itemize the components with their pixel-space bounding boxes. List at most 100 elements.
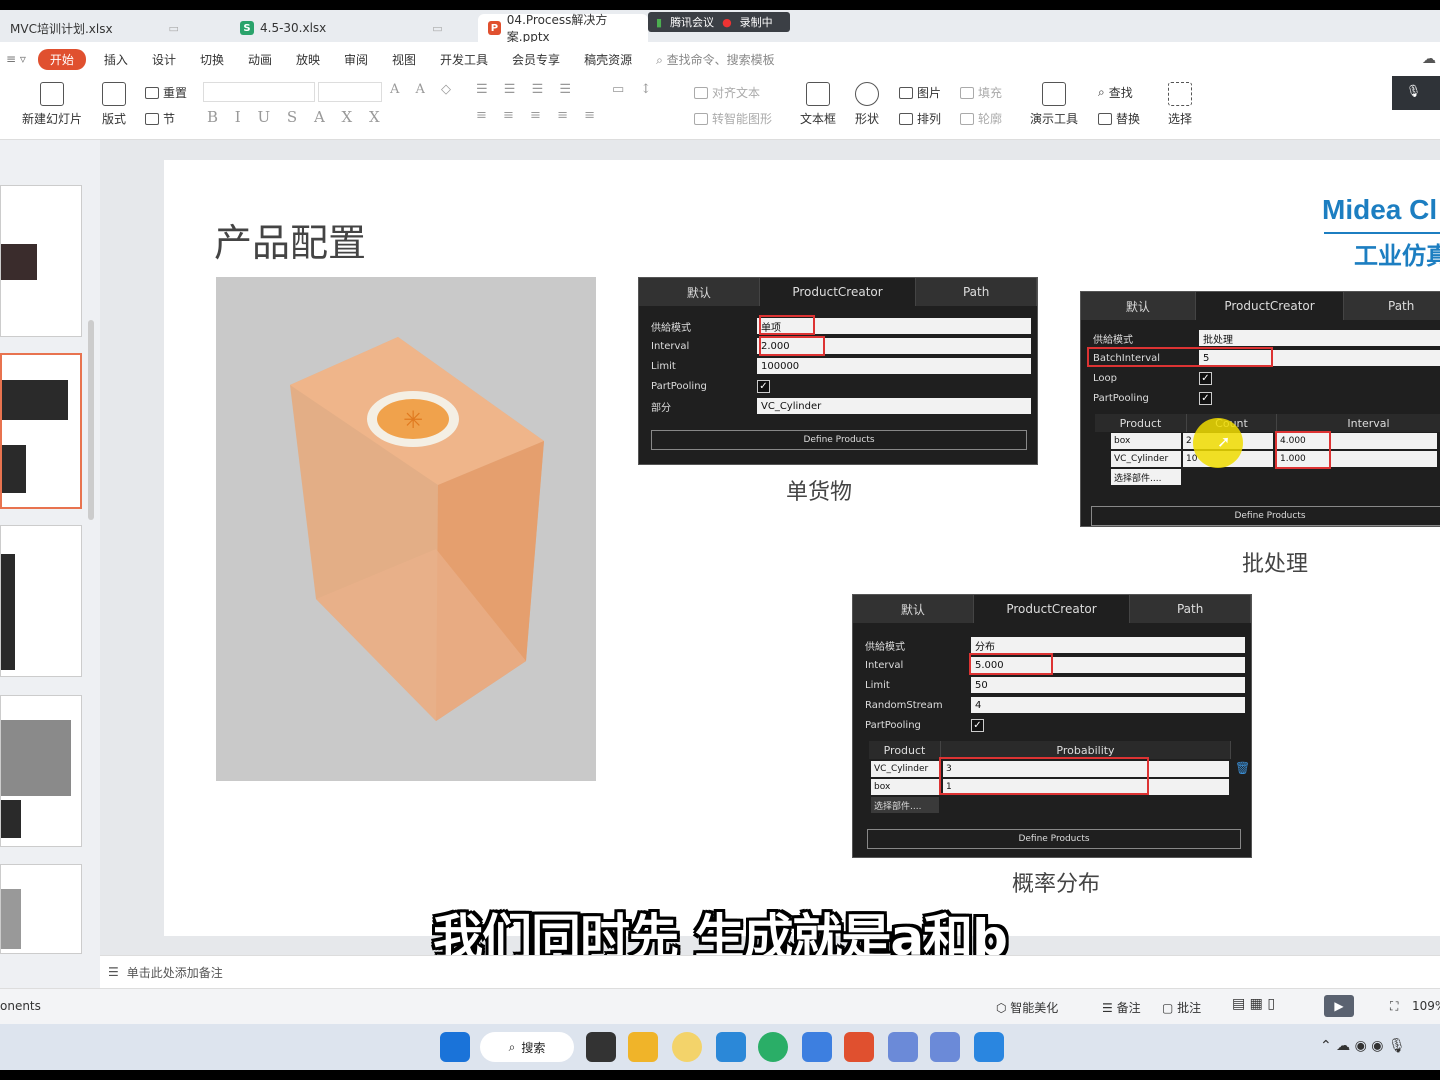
section-button[interactable]: 节 <box>145 110 175 127</box>
grid-product-cell[interactable]: 选择部件.... <box>1111 469 1181 485</box>
grid-product-cell[interactable]: VC_Cylinder <box>871 761 939 777</box>
replace-button[interactable]: 替换 <box>1098 110 1140 127</box>
grid-product-cell[interactable]: box <box>1111 433 1181 449</box>
reset-button[interactable]: 重置 <box>145 84 187 101</box>
slide-thumbnail-4[interactable] <box>0 695 82 847</box>
file-explorer-icon[interactable] <box>628 1032 658 1062</box>
command-search[interactable]: ⌕ 查找命令、搜索模板 <box>644 51 775 68</box>
supply-mode-select[interactable]: 批处理 <box>1199 330 1440 346</box>
mic-panel[interactable]: 🎙 <box>1392 76 1440 110</box>
emoji-app-icon[interactable] <box>672 1032 702 1062</box>
tab-path[interactable]: Path <box>1344 292 1440 320</box>
limit-field[interactable]: 100000 <box>757 358 1031 374</box>
present-tools-button[interactable]: 演示工具 <box>1030 82 1078 127</box>
thumbnail-scrollbar[interactable] <box>88 320 94 520</box>
tab-default[interactable]: 默认 <box>1081 292 1196 320</box>
meeting-app-icon[interactable] <box>716 1032 746 1062</box>
find-button[interactable]: ⌕ 查找 <box>1098 84 1133 101</box>
photos-icon[interactable] <box>802 1032 832 1062</box>
textbox-button[interactable]: 文本框 <box>800 82 836 127</box>
doc-tab-2[interactable]: S 4.5-30.xlsx ▭ <box>230 14 475 42</box>
direction-buttons[interactable]: ▭ ↕ <box>612 82 657 97</box>
trash-icon[interactable]: 🗑 <box>1235 761 1250 775</box>
tab-default[interactable]: 默认 <box>639 278 760 306</box>
menu-member[interactable]: 会员专享 <box>500 51 572 68</box>
shape-button[interactable]: 形状 <box>855 82 879 127</box>
outline-button[interactable]: 轮廓 <box>960 110 1002 127</box>
define-products-button[interactable]: Define Products <box>651 430 1027 450</box>
partpooling-checkbox[interactable]: ✓ <box>971 718 984 732</box>
menu-design[interactable]: 设计 <box>140 51 188 68</box>
menu-home[interactable]: 开始 <box>37 48 86 70</box>
zoom-fit-icon[interactable]: ⛶ <box>1390 999 1398 1014</box>
supply-mode-select[interactable]: 分布 <box>971 637 1245 653</box>
tab-path[interactable]: Path <box>1130 595 1252 623</box>
arrange-button[interactable]: 排列 <box>899 110 941 127</box>
align-buttons[interactable]: ≡ ≡ ≡ ≡ ≡ <box>476 108 601 123</box>
menu-view[interactable]: 视图 <box>380 51 428 68</box>
task-view-icon[interactable] <box>586 1032 616 1062</box>
smart-shape-button[interactable]: 转智能图形 <box>694 110 772 127</box>
font-size-select[interactable] <box>318 82 382 102</box>
tab-productcreator[interactable]: ProductCreator <box>1195 292 1345 320</box>
tab-productcreator[interactable]: ProductCreator <box>973 595 1131 623</box>
part-select[interactable]: VC_Cylinder <box>757 398 1031 414</box>
slide-thumbnail-3[interactable] <box>0 525 82 677</box>
new-slide-button[interactable]: 新建幻灯片 <box>22 82 82 127</box>
select-button[interactable]: 选择 <box>1168 82 1192 127</box>
grid-product-cell[interactable]: 选择部件.... <box>871 797 939 813</box>
menu-transition[interactable]: 切换 <box>188 51 236 68</box>
partpooling-checkbox[interactable]: ✓ <box>1199 391 1212 405</box>
menu-developer[interactable]: 开发工具 <box>428 51 500 68</box>
grid-product-cell[interactable]: VC_Cylinder <box>1111 451 1181 467</box>
fill-button[interactable]: 填充 <box>960 84 1002 101</box>
list-buttons[interactable]: ☰ ☰ ☰ ☰ <box>476 82 577 97</box>
notes-toggle-button[interactable]: ☰ 备注 <box>1102 999 1141 1016</box>
doc-tab-1[interactable]: MVC培训计划.xlsx ▭ <box>0 14 225 42</box>
menu-animation[interactable]: 动画 <box>236 51 284 68</box>
product-render-image[interactable]: ✳ <box>216 277 596 781</box>
slide-title[interactable]: 产品配置 <box>214 212 366 267</box>
tab-productcreator[interactable]: ProductCreator <box>759 278 917 306</box>
play-icon[interactable]: ▶ <box>1324 995 1354 1017</box>
tab-default[interactable]: 默认 <box>853 595 974 623</box>
view-mode-buttons[interactable]: ▤ ▦ ▯ <box>1232 996 1275 1012</box>
partpooling-checkbox[interactable]: ✓ <box>757 379 770 393</box>
start-icon[interactable] <box>440 1032 470 1062</box>
cloud-icon[interactable]: ☁ <box>1422 51 1436 67</box>
meeting-recording-badge[interactable]: ▮ 腾讯会议 ● 录制中 <box>648 12 790 32</box>
wechat-icon[interactable] <box>758 1032 788 1062</box>
app-m2-icon[interactable] <box>930 1032 960 1062</box>
notes-pane[interactable]: ☰ 单击此处添加备注 <box>100 955 1440 988</box>
menu-review[interactable]: 审阅 <box>332 51 380 68</box>
arrange-label: 排列 <box>917 112 942 126</box>
doc-tab-3[interactable]: P 04.Process解决方案.pptx <box>478 13 648 44</box>
define-products-button[interactable]: Define Products <box>867 829 1241 849</box>
menu-resources[interactable]: 稿壳资源 <box>572 51 644 68</box>
font-size-buttons[interactable]: A A ◇ <box>390 82 457 97</box>
slide-thumbnail-1[interactable] <box>0 185 82 337</box>
menu-slideshow[interactable]: 放映 <box>284 51 332 68</box>
picture-button[interactable]: 图片 <box>899 84 941 101</box>
menu-chevron-icon[interactable]: ≡ ▿ <box>0 52 32 66</box>
menu-insert[interactable]: 插入 <box>92 51 140 68</box>
app-m1-icon[interactable] <box>888 1032 918 1062</box>
tab-path[interactable]: Path <box>916 278 1038 306</box>
beautify-button[interactable]: ⬡ 智能美化 <box>996 999 1058 1016</box>
loop-checkbox[interactable]: ✓ <box>1199 371 1212 385</box>
layout-button[interactable]: 版式 <box>102 82 126 127</box>
text-format-buttons[interactable]: B I U S A X X <box>207 108 386 126</box>
slide-thumbnail-2[interactable] <box>0 353 82 509</box>
define-products-button[interactable]: Define Products <box>1091 506 1440 526</box>
limit-field[interactable]: 50 <box>971 677 1245 693</box>
tray-icons[interactable]: ⌃ ☁ ◉ ◉ 🎙 <box>1320 1038 1406 1054</box>
zoom-level[interactable]: 109% <box>1412 999 1440 1013</box>
grid-product-cell[interactable]: box <box>871 779 939 795</box>
align-text-button[interactable]: 对齐文本 <box>694 84 760 101</box>
random-stream-field[interactable]: 4 <box>971 697 1245 713</box>
comment-button[interactable]: ▢ 批注 <box>1162 999 1201 1016</box>
font-family-select[interactable] <box>203 82 315 102</box>
wps-icon[interactable] <box>844 1032 874 1062</box>
taskbar-search[interactable]: ⌕ 搜索 <box>480 1032 574 1062</box>
app-arrow-icon[interactable] <box>974 1032 1004 1062</box>
